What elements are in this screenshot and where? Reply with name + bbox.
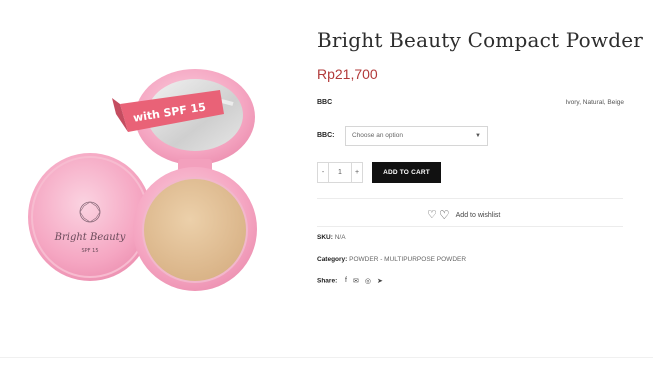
footer-divider [0, 357, 653, 358]
variation-label: BBC: [317, 132, 335, 139]
wishlist-label: Add to wishlist [455, 212, 501, 219]
variation-select[interactable]: Choose an option ▼ [345, 126, 488, 146]
add-to-cart-button[interactable]: ADD TO CART [372, 162, 441, 183]
telegram-icon[interactable]: ➤ [377, 277, 383, 285]
attribute-values: Ivory, Natural, Beige [565, 99, 624, 106]
quantity-decrease-button[interactable]: - [317, 162, 328, 183]
whatsapp-icon[interactable]: ◎ [365, 277, 371, 285]
variation-select-value: Choose an option [352, 132, 403, 139]
add-to-wishlist-link[interactable]: ♡ ♡ Add to wishlist [427, 208, 501, 222]
sku-label: SKU: [317, 234, 333, 241]
category-label: Category: [317, 256, 348, 263]
heart-icon: ♡ [427, 209, 437, 221]
sku-row: SKU: N/A [317, 234, 346, 241]
sku-value: N/A [334, 234, 346, 241]
product-price: Rp21,700 [317, 66, 378, 82]
share-row: Share: f ✉ ◎ ➤ [317, 277, 383, 285]
facebook-icon[interactable]: f [345, 277, 347, 285]
attribute-name: BBC [317, 99, 333, 106]
heart-icon: ♡ [438, 208, 450, 222]
quantity-stepper[interactable]: - 1 + [317, 162, 363, 183]
brand-name-image: Bright Beauty [54, 232, 126, 243]
product-title: Bright Beauty Compact Powder [317, 28, 644, 52]
category-row: Category: POWDER - MULTIPURPOSE POWDER [317, 256, 466, 263]
email-icon[interactable]: ✉ [353, 277, 359, 285]
quantity-increase-button[interactable]: + [352, 162, 363, 183]
category-link[interactable]: POWDER - MULTIPURPOSE POWDER [349, 256, 466, 263]
divider [317, 198, 623, 199]
closed-compact [28, 153, 152, 281]
chevron-down-icon: ▼ [475, 133, 481, 139]
share-label: Share: [317, 277, 338, 285]
spf-label-image: SPF 15 [81, 248, 98, 254]
product-image: Bright Beauty SPF 15 with SPF 15 [28, 69, 257, 291]
quantity-input[interactable]: 1 [328, 162, 352, 183]
divider [317, 226, 623, 227]
